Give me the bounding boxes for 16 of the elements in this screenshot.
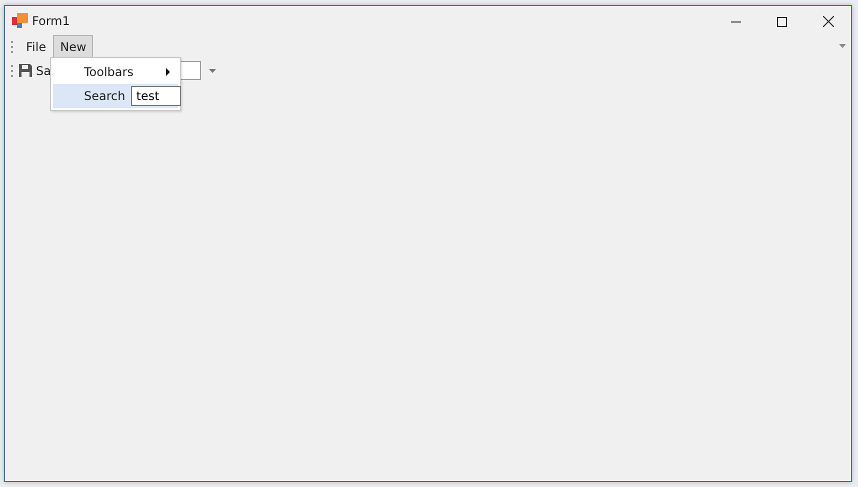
menu-item[interactable]: File [19, 35, 54, 59]
submenu-arrow-icon [166, 68, 170, 76]
menu-item[interactable]: New [53, 35, 94, 59]
window-title: Form1 [32, 13, 70, 30]
dropdown-arrow-icon[interactable] [208, 68, 216, 72]
menu-item[interactable]: Toolbars [53, 60, 178, 84]
save-icon[interactable] [19, 64, 32, 77]
search-field[interactable]: test [131, 86, 182, 106]
search-label: Search [84, 88, 126, 105]
grip-icon[interactable] [10, 40, 13, 54]
close-icon [822, 16, 834, 28]
app-icon [12, 13, 28, 29]
maximize-icon [777, 16, 787, 27]
grip-icon[interactable] [10, 64, 13, 78]
save-label[interactable]: Sa [36, 62, 51, 80]
overflow-arrow-icon[interactable] [839, 44, 846, 48]
